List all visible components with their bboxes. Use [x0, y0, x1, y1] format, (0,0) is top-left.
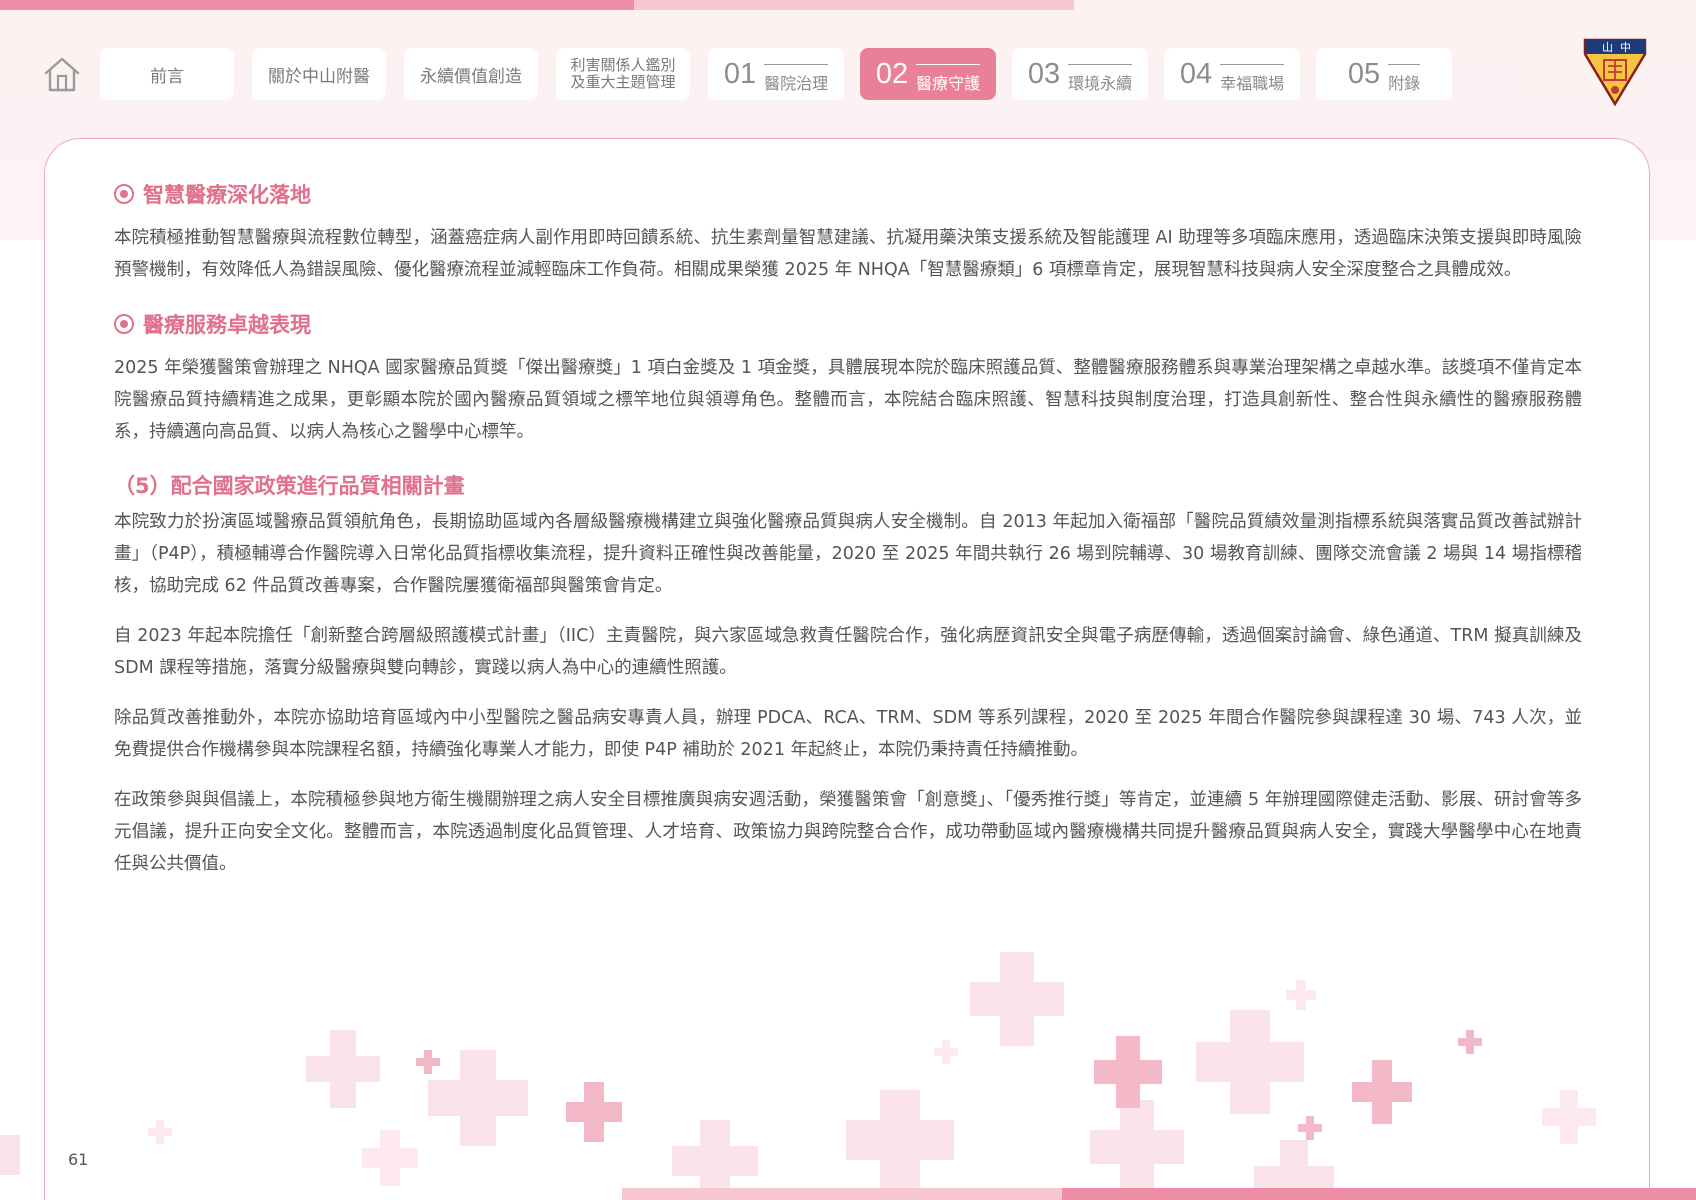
home-icon — [44, 57, 80, 92]
chapter-number: 01 — [723, 57, 757, 90]
nav-item-label-line2: 及重大主題管理 — [570, 73, 676, 91]
nav-item-chapter-03[interactable]: 03 環境永續 — [1012, 48, 1148, 100]
nav-item-about[interactable]: 關於中山附醫 — [252, 48, 386, 100]
school-emblem-icon: 山 中 — [1583, 38, 1647, 107]
paragraph: 本院致力於扮演區域醫療品質領航角色，長期協助區域內各層級醫療機構建立與強化醫療品… — [114, 512, 1582, 596]
svg-text:山: 山 — [1602, 41, 1613, 54]
section-title: 醫療服務卓越表現 — [143, 313, 311, 337]
nav-item-label: 前言 — [150, 66, 184, 87]
paragraph: 2025 年榮獲醫策會辦理之 NHQA 國家醫療品質獎「傑出醫療獎」1 項白金獎… — [114, 358, 1582, 442]
svg-text:中: 中 — [1620, 41, 1631, 54]
chapter-label: 環境永續 — [1068, 63, 1133, 94]
nav-item-preface[interactable]: 前言 — [100, 48, 234, 100]
nav-item-label: 關於中山附醫 — [268, 66, 370, 87]
paragraph: 自 2023 年起本院擔任「創新整合跨層級照護模式計畫」（IIC）主責醫院，與六… — [114, 626, 1582, 678]
chapter-label: 附錄 — [1388, 63, 1421, 94]
nav-item-label-line1: 利害關係人鑑別 — [570, 56, 676, 74]
bottom-accent-stripe — [1062, 1188, 1696, 1200]
chapter-number: 04 — [1179, 57, 1213, 90]
radio-bullet-icon — [114, 314, 134, 334]
section-heading-medical-service: 醫療服務卓越表現 — [114, 308, 1582, 340]
top-accent-stripe-light — [634, 0, 1074, 10]
nav-item-chapter-05[interactable]: 05 附錄 — [1316, 48, 1452, 100]
bottom-accent-stripe-light — [622, 1188, 1062, 1200]
home-button[interactable] — [42, 54, 82, 94]
paragraph: 在政策參與與倡議上，本院積極參與地方衛生機關辦理之病人安全目標推廣與病安週活動，… — [114, 790, 1582, 874]
chapter-number: 05 — [1347, 57, 1381, 90]
radio-bullet-icon — [114, 184, 134, 204]
main-content: 智慧醫療深化落地 本院積極推動智慧醫療與流程數位轉型，涵蓋癌症病人副作用即時回饋… — [114, 178, 1582, 898]
nav-item-chapter-04[interactable]: 04 幸福職場 — [1164, 48, 1300, 100]
section-title: 智慧醫療深化落地 — [143, 183, 311, 207]
chapter-label: 幸福職場 — [1220, 63, 1285, 94]
nav-item-chapter-01[interactable]: 01 醫院治理 — [708, 48, 844, 100]
chapter-label: 醫院治理 — [764, 63, 829, 94]
nav-item-chapter-02[interactable]: 02 醫療守護 — [860, 48, 996, 100]
chapter-number: 03 — [1027, 57, 1061, 90]
top-accent-stripe — [0, 0, 634, 10]
chapter-number: 02 — [875, 57, 909, 90]
paragraph: 除品質改善推動外，本院亦協助培育區域內中小型醫院之醫品病安專責人員，辦理 PDC… — [114, 708, 1582, 760]
chapter-label: 醫療守護 — [916, 63, 981, 94]
section-heading-policy-quality: （5）配合國家政策進行品質相關計畫 — [114, 474, 465, 498]
nav-item-label: 永續價值創造 — [420, 66, 522, 87]
page-number: 61 — [68, 1150, 89, 1169]
paragraph: 本院積極推動智慧醫療與流程數位轉型，涵蓋癌症病人副作用即時回饋系統、抗生素劑量智… — [114, 228, 1582, 280]
hospital-logo: 山 中 — [1582, 36, 1648, 107]
nav-item-stakeholders[interactable]: 利害關係人鑑別 及重大主題管理 — [556, 48, 690, 100]
nav-item-sustainable-value[interactable]: 永續價值創造 — [404, 48, 538, 100]
section-heading-smart-healthcare: 智慧醫療深化落地 — [114, 178, 1582, 210]
